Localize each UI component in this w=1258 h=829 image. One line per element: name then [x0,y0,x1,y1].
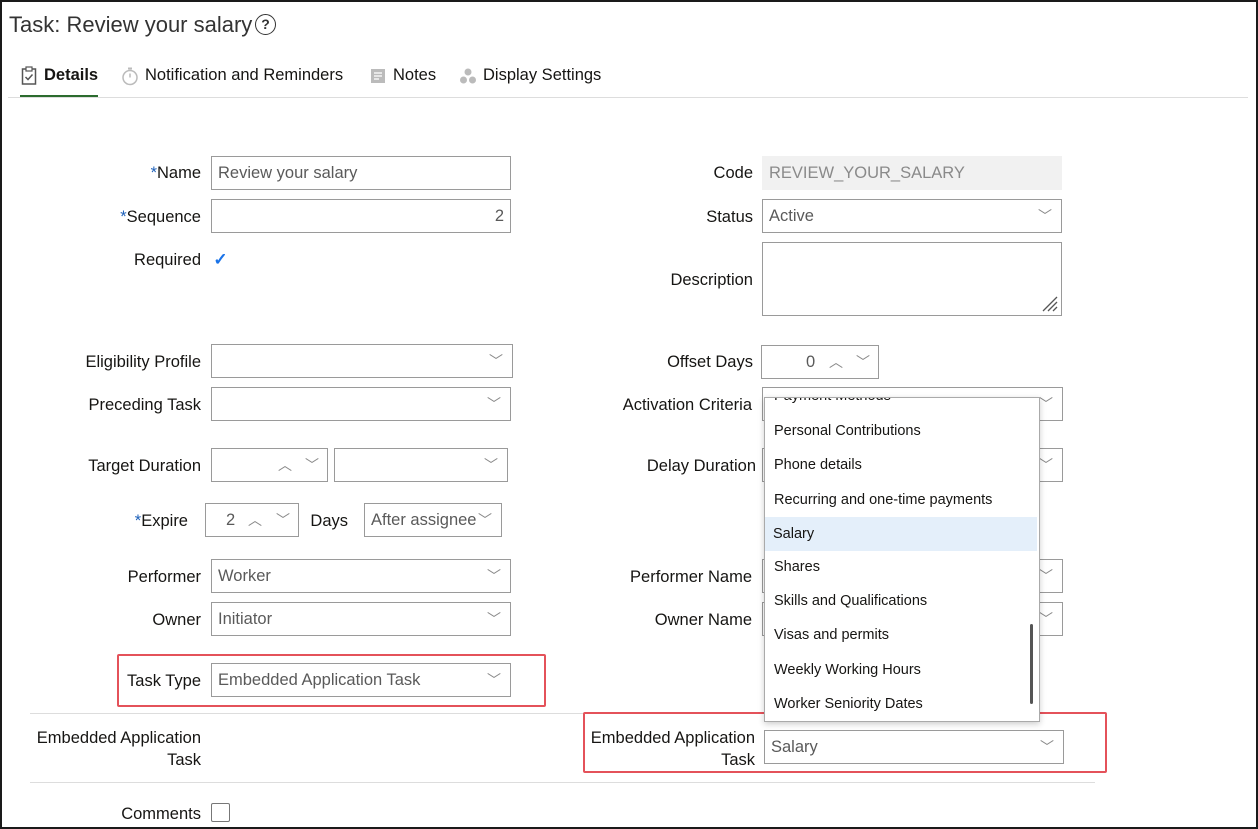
owner-name-label: Owner Name [654,611,752,629]
chevron-down-icon: ﹀ [487,672,501,688]
chevron-up-icon[interactable]: ︿ [278,449,292,481]
chevron-down-icon: ﹀ [478,504,492,536]
display-settings-icon [460,68,476,84]
scrollbar[interactable] [1030,624,1033,704]
chevron-down-icon[interactable]: ﹀ [276,504,290,536]
status-select[interactable]: Active ﹀ [762,199,1062,233]
expire-value: 2 [226,511,236,529]
sequence-label: *Sequence [120,208,201,226]
embedded-application-task-select[interactable]: Salary ﹀ [764,730,1064,764]
task-type-select[interactable]: Embedded Application Task ﹀ [211,663,511,697]
expire-label: *Expire [134,512,188,530]
list-item[interactable]: Personal Contributions [765,414,1037,448]
chevron-down-icon: ﹀ [1040,739,1054,755]
name-label: *Name [150,164,201,182]
task-type-label: Task Type [127,672,201,690]
tab-notification-and-reminders[interactable]: Notification and Reminders [121,66,343,98]
chevron-down-icon: ﹀ [484,457,498,473]
chevron-down-icon: ﹀ [1039,568,1053,584]
tab-details-label: Details [44,66,99,84]
tab-display-settings-label: Display Settings [483,66,602,84]
chevron-down-icon[interactable]: ﹀ [305,449,319,481]
embedded-application-task-label: Embedded Application Task [36,729,201,769]
activation-criteria-label: Activation Criteria [622,396,752,414]
page-title: Task: Review your salary [9,12,253,37]
list-item[interactable]: Visas and permits [765,618,1037,652]
section-divider [30,782,1095,783]
expire-relative-select[interactable]: After assignee ﹀ [364,503,502,537]
chevron-down-icon: ﹀ [1039,611,1053,627]
delay-duration-label: Delay Duration [646,457,756,475]
chevron-down-icon: ﹀ [487,396,501,412]
list-item[interactable]: Shares [765,550,1037,584]
code-field: REVIEW_YOUR_SALARY [762,156,1062,190]
target-duration-input[interactable]: ︿ ﹀ [211,448,328,482]
code-label: Code [713,164,753,182]
chevron-down-icon: ﹀ [1039,396,1053,412]
list-item-selected[interactable]: Salary [765,517,1037,551]
list-item[interactable]: Weekly Working Hours [765,653,1037,687]
offset-days-value: 0 [806,353,816,371]
owner-select[interactable]: Initiator ﹀ [211,602,511,636]
offset-days-input[interactable]: 0 ︿ ﹀ [761,345,879,379]
chevron-down-icon: ﹀ [489,353,503,369]
performer-label: Performer [127,568,201,586]
list-item[interactable]: Recurring and one-time payments [765,483,1037,517]
notes-icon [371,69,385,83]
name-input[interactable]: Review your salary [211,156,511,190]
tab-display-settings[interactable]: Display Settings [459,66,601,98]
chevron-up-icon[interactable]: ︿ [248,504,262,536]
preceding-task-select[interactable]: ﹀ [211,387,511,421]
chevron-up-icon[interactable]: ︿ [829,346,843,378]
clipboard-icon [21,66,37,85]
list-item[interactable]: Phone details [765,448,1037,482]
performer-select[interactable]: Worker ﹀ [211,559,511,593]
preceding-task-label: Preceding Task [88,396,201,414]
chevron-down-icon: ﹀ [1039,457,1053,473]
tab-details[interactable]: Details [20,66,99,98]
required-label: Required [134,251,201,269]
list-item[interactable]: Skills and Qualifications [765,584,1037,618]
required-checkbox[interactable]: ✓ [211,250,230,269]
embedded-application-task-right-label: Embedded Application Task [590,729,755,769]
list-item[interactable]: Worker Seniority Dates [765,687,1037,721]
chevron-down-icon[interactable]: ﹀ [856,346,870,378]
tab-divider [8,97,1248,98]
list-item[interactable]: Payment Methods [765,398,1037,413]
chevron-down-icon: ﹀ [1038,208,1052,224]
stopwatch-icon [122,67,138,86]
offset-days-label: Offset Days [667,353,753,371]
tab-notification-label: Notification and Reminders [145,66,344,84]
description-textarea[interactable] [762,242,1062,316]
resize-handle-icon[interactable] [1038,292,1058,312]
target-duration-label: Target Duration [88,457,201,475]
performer-name-label: Performer Name [630,568,752,586]
chevron-down-icon: ﹀ [487,568,501,584]
tab-notes-label: Notes [393,66,437,84]
comments-label: Comments [121,805,201,823]
status-label: Status [706,208,753,226]
chevron-down-icon: ﹀ [487,611,501,627]
owner-label: Owner [152,611,201,629]
comments-checkbox[interactable] [211,803,230,822]
description-label: Description [670,271,753,289]
embedded-task-dropdown-list[interactable]: Payment Methods Personal Contributions P… [764,397,1040,722]
eligibility-profile-label: Eligibility Profile [85,353,201,371]
expire-days-label: Days [310,512,348,530]
help-icon[interactable]: ? [255,14,276,35]
target-duration-unit-select[interactable]: ﹀ [334,448,508,482]
expire-input[interactable]: 2 ︿ ﹀ [205,503,299,537]
sequence-input[interactable]: 2 [211,199,511,233]
tab-notes[interactable]: Notes [369,66,436,98]
eligibility-profile-select[interactable]: ﹀ [211,344,513,378]
